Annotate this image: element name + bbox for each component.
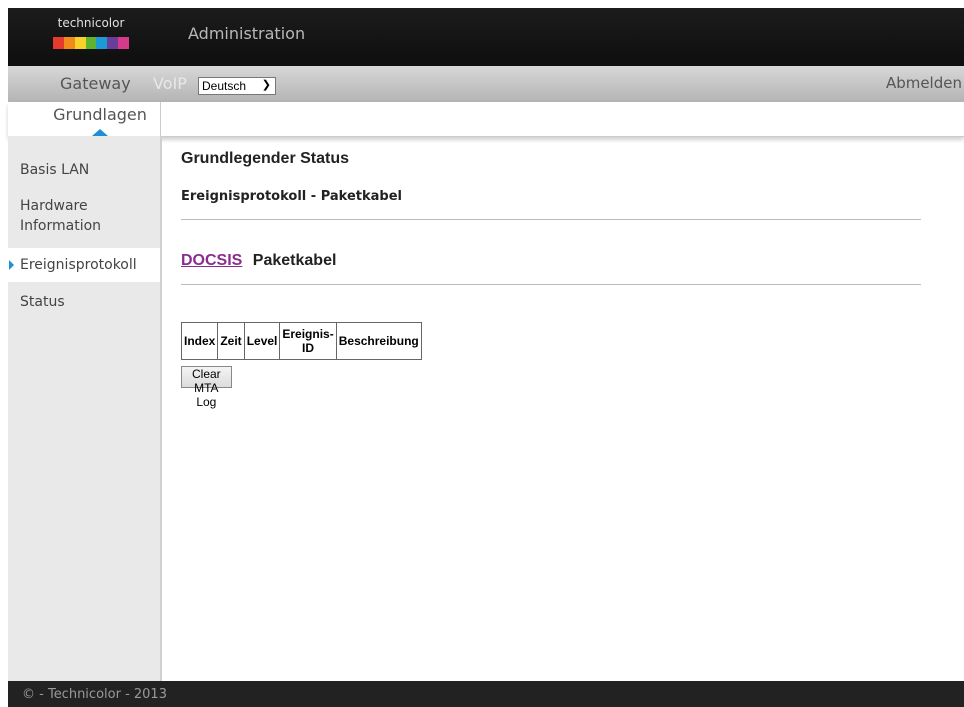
footer: © - Technicolor - 2013 <box>8 681 964 707</box>
tab-paketkabel: Paketkabel <box>252 252 337 269</box>
sidebar-item-label: Basis LAN <box>20 162 90 178</box>
logout-link[interactable]: Abmelden <box>886 74 962 92</box>
page-subtitle: Ereignisprotokoll - Paketkabel <box>181 189 402 204</box>
active-item-arrow-icon <box>9 260 14 270</box>
log-type-tabs: DOCSIS Paketkabel <box>181 252 336 270</box>
menu-voip[interactable]: VoIP <box>153 74 187 93</box>
tab-docsis-link[interactable]: DOCSIS <box>181 252 242 269</box>
column-header-ereignis-id: Ereignis-ID <box>279 322 337 360</box>
table-header-row: Index Zeit Level Ereignis-ID Beschreibun… <box>180 322 422 360</box>
sidebar: Basis LAN Hardware Information Ereignisp… <box>8 136 162 681</box>
language-select[interactable]: Deutsch ❯ <box>198 77 276 95</box>
main-menu: Gateway VoIP Deutsch ❯ Abmelden <box>8 66 964 103</box>
column-header-beschreibung: Beschreibung <box>335 322 422 360</box>
active-tab-indicator <box>92 129 108 136</box>
language-select-value: Deutsch <box>202 79 247 93</box>
logo-color-segment <box>53 37 64 49</box>
column-header-index: Index <box>180 322 219 360</box>
chevron-down-icon: ❯ <box>261 79 271 91</box>
tab-grundlagen[interactable]: Grundlagen <box>40 102 161 136</box>
logo-color-segment <box>107 37 119 49</box>
column-header-level: Level <box>243 322 281 360</box>
logo-color-segment <box>85 37 97 49</box>
top-header: technicolor Administration <box>8 8 964 66</box>
divider <box>181 284 921 285</box>
page-frame: technicolor Administration Gateway VoIP … <box>8 8 964 707</box>
logo-color-bar <box>53 37 130 49</box>
sidebar-item-label: Ereignisprotokoll <box>20 257 137 273</box>
copyright-text: © - Technicolor - 2013 <box>22 687 167 702</box>
sidebar-item-hardware-information[interactable]: Hardware Information <box>8 196 128 236</box>
logo-text: technicolor <box>57 16 125 30</box>
sidebar-item-label: Status <box>20 294 65 310</box>
logo-color-segment <box>96 37 108 49</box>
menu-gateway[interactable]: Gateway <box>60 74 131 93</box>
logo-color-segment <box>74 37 86 49</box>
sub-navigation: Grundlagen <box>8 102 964 137</box>
sidebar-item-status[interactable]: Status <box>8 292 160 312</box>
logo-color-segment <box>63 37 75 49</box>
clear-mta-log-button[interactable]: Clear MTA Log <box>181 366 232 409</box>
sidebar-item-basis-lan[interactable]: Basis LAN <box>8 160 160 180</box>
header-title: Administration <box>188 24 306 43</box>
page-title: Grundlegender Status <box>181 150 350 167</box>
sidebar-item-ereignisprotokoll[interactable]: Ereignisprotokoll <box>8 248 160 282</box>
technicolor-logo[interactable]: technicolor <box>36 16 146 56</box>
tab-grundlagen-label: Grundlagen <box>53 105 147 124</box>
divider <box>181 219 921 220</box>
event-log-table: Index Zeit Level Ereignis-ID Beschreibun… <box>180 322 422 360</box>
column-header-zeit: Zeit <box>217 322 245 360</box>
logo-color-segment <box>118 37 130 49</box>
sidebar-item-label: Hardware Information <box>20 198 102 234</box>
